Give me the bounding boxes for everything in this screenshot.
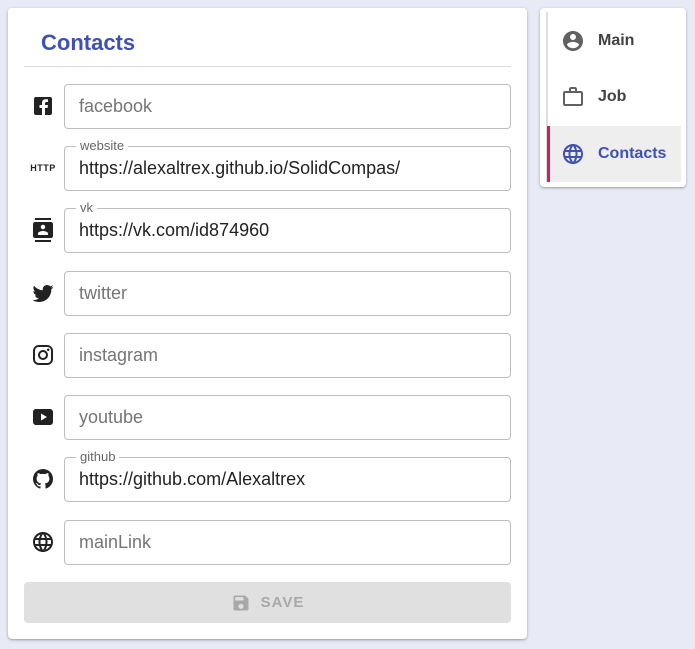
- instagram-input[interactable]: [79, 334, 499, 377]
- page-title: Contacts: [41, 30, 136, 55]
- facebook-field: [64, 84, 511, 129]
- instagram-icon: [31, 343, 55, 367]
- github-field: github: [64, 450, 511, 502]
- contacts-card: Contacts HTTP website vk: [8, 8, 527, 639]
- vk-field: vk: [64, 201, 511, 253]
- globe-icon: [31, 530, 55, 554]
- twitter-icon: [31, 281, 55, 305]
- twitter-field: [64, 271, 511, 316]
- side-nav-item-job[interactable]: Job: [548, 69, 681, 125]
- side-nav-item-label: Main: [598, 32, 635, 49]
- github-icon: [31, 467, 55, 491]
- github-input[interactable]: [79, 458, 499, 501]
- save-button-label: SAVE: [260, 594, 305, 611]
- twitter-row: [24, 271, 511, 316]
- active-indicator: [547, 126, 550, 182]
- mainlink-row: [24, 520, 511, 565]
- account-circle-icon: [563, 31, 583, 51]
- vk-input[interactable]: [79, 209, 499, 252]
- briefcase-icon: [563, 87, 583, 106]
- twitter-input[interactable]: [79, 272, 499, 315]
- website-field: website: [64, 139, 511, 191]
- save-icon: [233, 595, 249, 610]
- contacts-book-icon: [31, 218, 55, 242]
- github-row: github: [24, 450, 511, 502]
- facebook-row: [24, 84, 511, 129]
- facebook-input[interactable]: [79, 85, 499, 128]
- side-nav: Main Job Contacts: [540, 8, 686, 187]
- http-icon: HTTP: [30, 156, 56, 180]
- website-row: HTTP website: [24, 139, 511, 191]
- globe-icon: [563, 144, 583, 164]
- website-input[interactable]: [79, 147, 499, 190]
- side-nav-item-contacts[interactable]: Contacts: [547, 126, 681, 182]
- title-divider: [24, 66, 511, 67]
- instagram-row: [24, 333, 511, 378]
- youtube-input[interactable]: [79, 396, 499, 439]
- instagram-field: [64, 333, 511, 378]
- youtube-row: [24, 395, 511, 440]
- facebook-icon: [31, 94, 55, 118]
- vk-row: vk: [24, 201, 511, 253]
- side-nav-item-main[interactable]: Main: [548, 13, 681, 69]
- side-nav-item-label: Job: [598, 88, 627, 105]
- youtube-field: [64, 395, 511, 440]
- mainlink-field: [64, 520, 511, 565]
- side-nav-item-label: Contacts: [598, 145, 667, 162]
- youtube-icon: [31, 405, 55, 429]
- save-button[interactable]: SAVE: [24, 582, 511, 623]
- http-icon-text: HTTP: [30, 163, 56, 173]
- mainlink-input[interactable]: [79, 521, 499, 564]
